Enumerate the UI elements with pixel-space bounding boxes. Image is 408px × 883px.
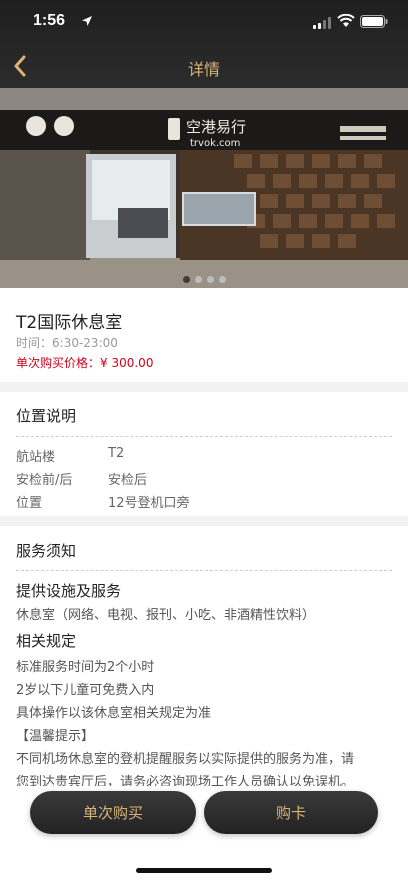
security-label: 安检前/后 <box>16 473 73 488</box>
facilities-title: 提供设施及服务 <box>16 582 122 600</box>
battery-icon <box>360 15 388 28</box>
price-label: 单次购买价格： <box>16 356 101 370</box>
location-arrow-icon <box>82 16 92 26</box>
carousel-dot[interactable] <box>182 276 190 283</box>
single-purchase-button[interactable]: 单次购买 <box>30 791 196 834</box>
location-section: 位置说明 航站楼 T2 安检前/后 安检后 位置 12号登机口旁 <box>0 392 408 516</box>
carousel-dot[interactable] <box>206 276 214 283</box>
terminal-value: T2 <box>108 446 125 461</box>
carousel-indicator <box>0 276 408 284</box>
rule-line: 具体操作以该休息室相关规定为准 <box>16 706 212 721</box>
lounge-info-card: T2国际休息室 时间：6:30-23:00 单次购买价格：¥ 300.00 <box>0 290 408 382</box>
lounge-sign-url: trvok.com <box>190 138 240 149</box>
lounge-name: T2国际休息室 <box>16 313 123 333</box>
service-notice-section: 服务须知 提供设施及服务 休息室（网络、电视、报刊、小吃、非酒精性饮料） 相关规… <box>0 526 408 786</box>
rule-line: 标准服务时间为2个小时 <box>16 660 155 675</box>
security-value: 安检后 <box>108 473 148 488</box>
section-divider <box>0 516 408 526</box>
lounge-photo: 空港易行 trvok.com <box>0 88 408 288</box>
top-bar: 1:56 详情 <box>0 0 408 88</box>
rules-title: 相关规定 <box>16 632 77 650</box>
position-value: 12号登机口旁 <box>108 496 190 511</box>
status-time: 1:56 <box>33 12 66 29</box>
buy-card-button[interactable]: 购卡 <box>204 791 378 834</box>
carousel-dot[interactable] <box>218 276 226 283</box>
rule-line: 2岁以下儿童可免费入内 <box>16 683 155 698</box>
dashed-divider <box>16 436 392 437</box>
lounge-sign-text: 空港易行 <box>186 118 246 136</box>
rule-line: 【温馨提示】 <box>16 729 95 744</box>
rule-line: 不同机场休息室的登机提醒服务以实际提供的服务为准，请 <box>16 752 355 767</box>
dashed-divider <box>16 570 392 571</box>
status-bar: 1:56 <box>0 0 408 44</box>
lounge-photo-carousel[interactable]: 空港易行 trvok.com <box>0 88 408 288</box>
nav-bar: 详情 <box>0 44 408 88</box>
service-title: 服务须知 <box>16 542 77 560</box>
lounge-price: 单次购买价格：¥ 300.00 <box>16 354 153 371</box>
lounge-hours: 时间：6:30-23:00 <box>16 334 118 351</box>
wifi-icon <box>337 14 355 27</box>
terminal-label: 航站楼 <box>16 450 56 465</box>
hours-label: 时间： <box>16 336 53 350</box>
hours-value: 6:30-23:00 <box>52 336 118 350</box>
position-label: 位置 <box>16 496 43 511</box>
page-title: 详情 <box>187 60 220 79</box>
location-title: 位置说明 <box>16 407 77 425</box>
section-divider <box>0 382 408 392</box>
rule-line: 您到达贵宾厅后，请务必咨询现场工作人员确认以免误机。 <box>16 775 355 786</box>
price-value: ¥ 300.00 <box>100 356 154 370</box>
facilities-text: 休息室（网络、电视、报刊、小吃、非酒精性饮料） <box>16 608 316 623</box>
signal-icon <box>313 17 331 29</box>
carousel-dot[interactable] <box>194 276 202 283</box>
home-indicator <box>136 868 272 873</box>
